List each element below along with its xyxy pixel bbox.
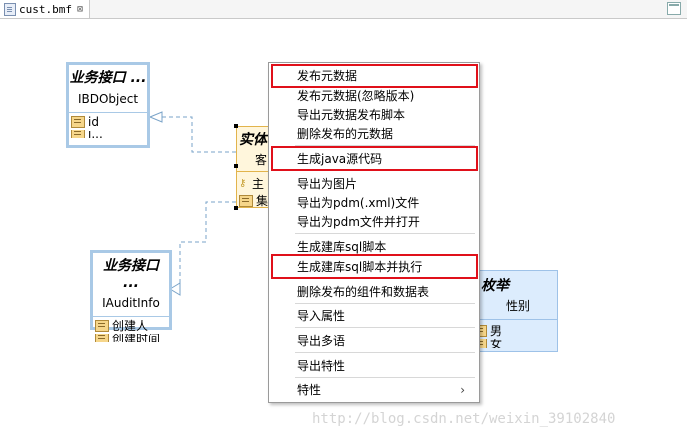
context-menu: 发布元数据 发布元数据(忽略版本) 导出元数据发布脚本 删除发布的元数据 生成j… xyxy=(268,62,480,403)
menu-item-import-attributes[interactable]: 导入属性 xyxy=(297,307,345,325)
watermark: http://blog.csdn.net/weixin_39102840 xyxy=(312,411,616,427)
attribute-row[interactable]: 男 xyxy=(471,320,557,339)
menu-item-delete-published-metadata[interactable]: 删除发布的元数据 xyxy=(297,125,393,143)
attribute-icon xyxy=(71,130,85,138)
menu-item-export-image[interactable]: 导出为图片 xyxy=(297,175,357,193)
attribute-row[interactable]: 创建时间 xyxy=(93,334,169,342)
key-icon: ⚷ xyxy=(239,177,247,189)
menu-item-export-features[interactable]: 导出特性 xyxy=(297,357,345,375)
class-name: IAuditInfo xyxy=(102,296,160,310)
stereotype-label: 枚举 xyxy=(481,278,509,294)
attribute-label: id xyxy=(88,114,99,129)
stereotype-label: 业务接口 ... xyxy=(103,258,159,291)
highlight-box xyxy=(271,64,478,88)
menu-separator xyxy=(295,377,475,378)
attribute-label: 创建时间 xyxy=(112,334,161,342)
attribute-icon xyxy=(95,334,109,342)
interface-ibdobject[interactable]: 业务接口 ... IBDObject id i... xyxy=(66,62,150,148)
class-name: 性别 xyxy=(471,295,557,320)
menu-item-export-pdm-open[interactable]: 导出为pdm文件并打开 xyxy=(297,213,420,231)
highlight-box xyxy=(271,146,478,171)
attribute-icon xyxy=(95,319,109,332)
menu-item-delete-components-tables[interactable]: 删除发布的组件和数据表 xyxy=(297,283,429,301)
menu-item-export-publish-script[interactable]: 导出元数据发布脚本 xyxy=(297,106,405,124)
attribute-label: 创建人 xyxy=(112,319,149,333)
menu-item-publish-metadata-ignore-version[interactable]: 发布元数据(忽略版本) xyxy=(297,87,414,105)
attribute-icon xyxy=(71,115,85,128)
menu-item-export-multilang[interactable]: 导出多语 xyxy=(297,332,345,350)
attribute-icon xyxy=(239,194,253,207)
attribute-label: i... xyxy=(88,130,103,138)
menu-item-features-submenu[interactable]: 特性 › xyxy=(297,381,475,399)
menu-separator xyxy=(295,233,475,234)
attribute-label: 主 xyxy=(252,177,265,191)
submenu-arrow-icon: › xyxy=(460,383,465,397)
menu-separator xyxy=(295,303,475,304)
selection-handle[interactable] xyxy=(234,124,238,128)
interface-iauditinfo[interactable]: 业务接口 ... IAuditInfo 创建人 创建时间 xyxy=(90,250,172,342)
highlight-box xyxy=(271,254,478,279)
attribute-row[interactable]: 创建人 xyxy=(93,317,169,334)
menu-item-label: 特性 xyxy=(297,383,322,397)
menu-separator xyxy=(295,352,475,353)
selection-handle[interactable] xyxy=(234,206,238,210)
enum-gender[interactable]: 枚举 性别 男 女 xyxy=(470,270,558,352)
class-name: IBDObject xyxy=(77,92,139,106)
menu-separator xyxy=(295,327,475,328)
stereotype-label: 业务接口 ... xyxy=(69,70,147,86)
attribute-row[interactable]: id xyxy=(69,113,147,130)
attribute-row[interactable]: i... xyxy=(69,130,147,138)
attribute-label: 男 xyxy=(490,324,503,338)
attribute-label: 集 xyxy=(256,194,269,208)
menu-item-export-pdm-xml[interactable]: 导出为pdm(.xml)文件 xyxy=(297,194,419,212)
attribute-label: 女 xyxy=(490,339,503,348)
selection-handle[interactable] xyxy=(234,164,238,168)
attribute-row[interactable]: 女 xyxy=(471,339,557,348)
